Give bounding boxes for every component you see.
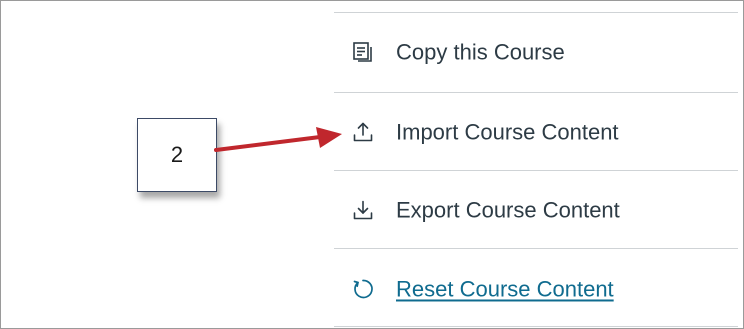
download-icon <box>352 199 374 221</box>
step-callout-box: 2 <box>137 118 217 192</box>
menu-divider <box>334 12 738 13</box>
copy-course-label: Copy this Course <box>396 39 565 65</box>
reset-course-content-link[interactable]: Reset Course Content <box>396 276 614 302</box>
menu-divider <box>334 326 738 327</box>
import-course-content-label: Import Course Content <box>396 119 619 145</box>
export-course-content-item[interactable]: Export Course Content <box>334 172 738 250</box>
menu-divider <box>334 170 738 171</box>
reset-course-content-item[interactable]: Reset Course Content <box>334 251 738 329</box>
course-options-menu: Copy this Course Import Course Content E… <box>334 0 738 329</box>
copy-course-icon <box>352 41 374 63</box>
copy-course-item[interactable]: Copy this Course <box>334 14 738 92</box>
callout-arrow-icon <box>214 127 342 152</box>
menu-divider <box>334 248 738 249</box>
menu-divider <box>334 92 738 93</box>
reset-icon <box>352 278 374 300</box>
upload-icon <box>352 121 374 143</box>
export-course-content-label: Export Course Content <box>396 197 620 223</box>
step-number: 2 <box>170 142 184 167</box>
import-course-content-item[interactable]: Import Course Content <box>334 94 738 172</box>
